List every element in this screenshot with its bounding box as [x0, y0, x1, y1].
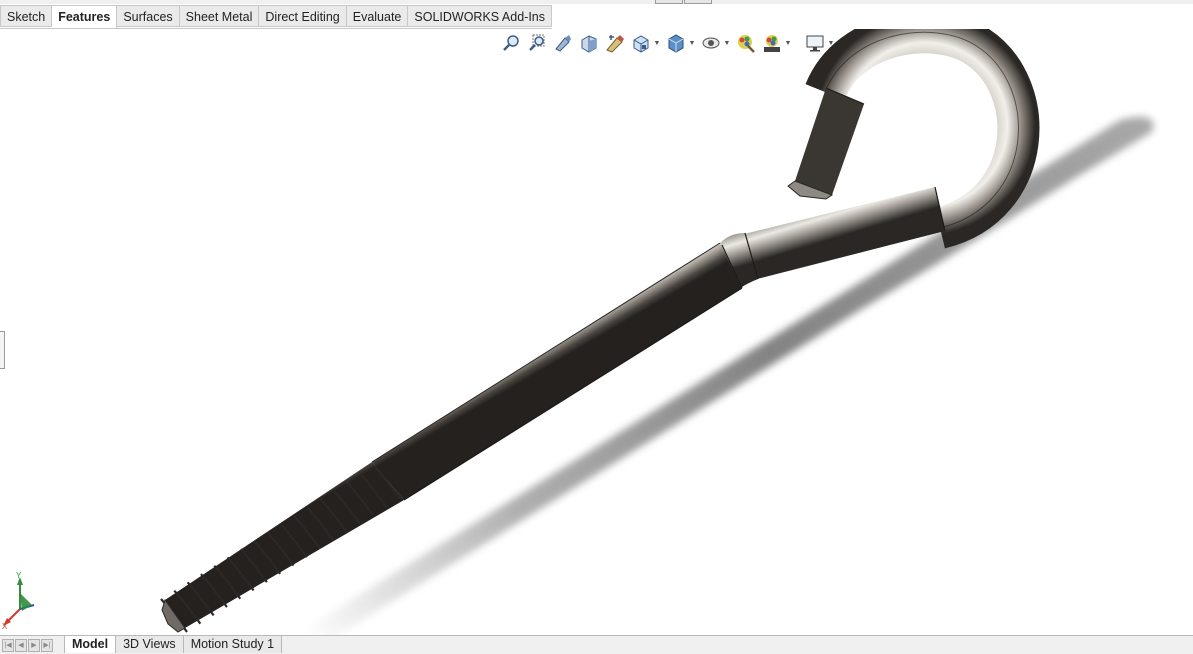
tab-features[interactable]: Features [52, 5, 118, 28]
reference-triad: Y X [2, 571, 35, 631]
first-tab-arrow-icon[interactable]: |◀ [2, 638, 14, 652]
model-tabs-bar: |◀ ◀ ▶ ▶| Model 3D Views Motion Study 1 [0, 635, 1193, 654]
window-control[interactable] [684, 0, 712, 4]
window-control[interactable] [655, 0, 683, 4]
tab-direct-editing[interactable]: Direct Editing [259, 5, 347, 27]
tab-sheet-metal[interactable]: Sheet Metal [179, 5, 260, 27]
triad-y-label: Y [16, 571, 22, 580]
last-tab-arrow-icon[interactable]: ▶| [41, 638, 53, 652]
tab-motion-study-1[interactable]: Motion Study 1 [183, 636, 283, 653]
eye-hook-bolt-model [160, 11, 1154, 640]
tab-sketch[interactable]: Sketch [0, 5, 53, 27]
tab-model[interactable]: Model [64, 636, 117, 653]
tab-surfaces[interactable]: Surfaces [117, 5, 180, 27]
prev-tab-arrow-icon[interactable]: ◀ [15, 638, 27, 652]
title-strip [0, 0, 1193, 4]
command-manager-tabs: Sketch Features Surfaces Sheet Metal Dir… [0, 5, 552, 29]
triad-x-label: X [2, 622, 8, 631]
next-tab-arrow-icon[interactable]: ▶ [28, 638, 40, 652]
feature-manager-collapse-handle[interactable] [0, 331, 5, 369]
tab-scroll-arrows: |◀ ◀ ▶ ▶| [0, 636, 64, 654]
tab-evaluate[interactable]: Evaluate [346, 5, 409, 27]
graphics-area[interactable]: Y X [0, 11, 1193, 640]
tab-solidworks-add-ins[interactable]: SOLIDWORKS Add-Ins [408, 5, 552, 27]
tab-3d-views[interactable]: 3D Views [116, 636, 184, 653]
